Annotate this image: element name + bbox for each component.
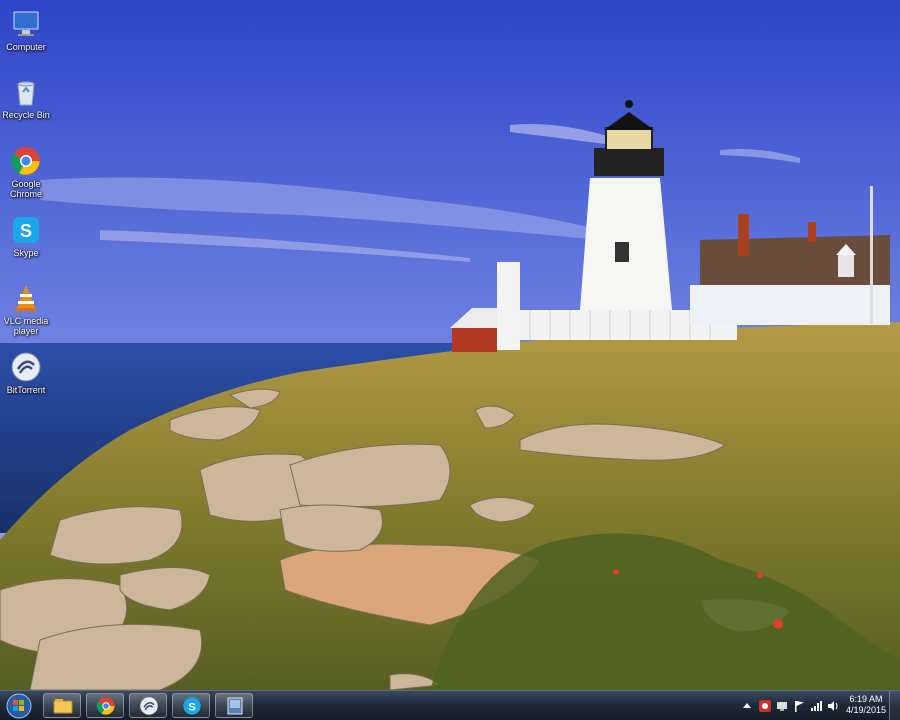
taskbar-clock[interactable]: 6:19 AM 4/19/2015: [846, 694, 886, 716]
desktop-icon-recycle-bin[interactable]: Recycle Bin: [0, 70, 52, 120]
action-center-flag-icon[interactable]: [792, 699, 806, 713]
desktop-icon-vlc[interactable]: VLC media player: [0, 276, 52, 336]
volume-icon[interactable]: [826, 699, 840, 713]
desktop-icon-computer[interactable]: Computer: [0, 2, 52, 52]
network-bars-icon[interactable]: [809, 699, 823, 713]
recycle-bin-icon: [17, 81, 35, 106]
taskbar-skype-button[interactable]: S: [172, 693, 210, 718]
chrome-icon: [96, 697, 115, 715]
computer-icon: [13, 11, 39, 36]
file-explorer-icon: [53, 699, 73, 714]
skype-icon: S: [183, 697, 201, 715]
taskbar: S 6:19 AM 4/19/2015: [0, 690, 900, 720]
desktop-icon-google-chrome[interactable]: Google Chrome: [0, 139, 52, 199]
desktop-icon-label: Skype: [13, 248, 39, 258]
start-button[interactable]: [3, 693, 35, 719]
svg-text:S: S: [20, 221, 32, 241]
taskbar-app-button[interactable]: [215, 693, 253, 718]
desktop-icon-label: BitTorrent: [6, 385, 46, 395]
show-hidden-icons-arrow-icon[interactable]: [740, 699, 754, 713]
desktop-icon-bittorrent[interactable]: BitTorrent: [0, 345, 52, 395]
skype-icon: S: [13, 217, 39, 243]
desktop-icon-label: Recycle Bin: [2, 110, 50, 120]
clock-time: 6:19 AM: [849, 694, 883, 704]
bittorrent-icon: [11, 352, 41, 382]
show-desktop-button[interactable]: [889, 691, 900, 720]
taskbar-bittorrent-button[interactable]: [129, 693, 167, 718]
clock-date: 4/19/2015: [845, 705, 886, 715]
svg-text:S: S: [188, 701, 196, 713]
desktop-icon-label: VLC media player: [3, 316, 49, 336]
bittorrent-icon: [140, 697, 158, 715]
desktop-icon-skype[interactable]: S Skype: [0, 208, 52, 258]
system-tray: 6:19 AM 4/19/2015: [740, 691, 900, 720]
taskbar-chrome-button[interactable]: [86, 693, 124, 718]
network-icon[interactable]: [775, 699, 789, 713]
desktop-icon-label: Google Chrome: [9, 179, 42, 199]
app-window-icon: [227, 697, 243, 715]
taskbar-file-explorer-button[interactable]: [43, 693, 81, 718]
desktop-wallpaper: [0, 0, 900, 720]
chrome-icon: [11, 147, 40, 175]
vlc-icon: [15, 285, 37, 311]
desktop-icon-label: Computer: [6, 42, 46, 52]
security-icon[interactable]: [758, 699, 772, 713]
